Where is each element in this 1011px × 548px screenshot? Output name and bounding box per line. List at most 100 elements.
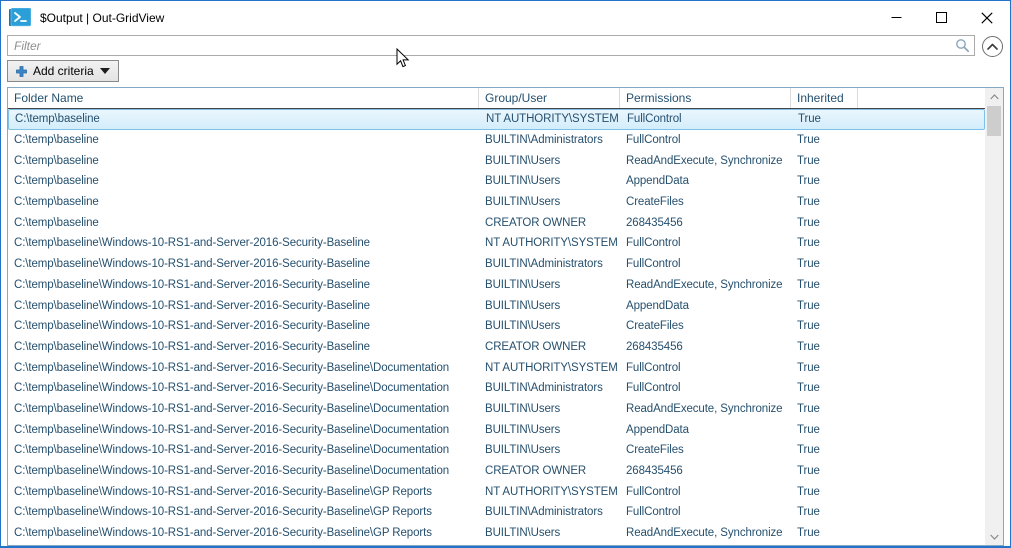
cell: BUILTIN\Administrators bbox=[485, 382, 603, 395]
table-row[interactable]: C:\temp\baseline\Windows-10-RS1-and-Serv… bbox=[8, 254, 985, 275]
title-bar: $Output | Out-GridView bbox=[2, 2, 1009, 33]
cell: C:\temp\baseline\Windows-10-RS1-and-Serv… bbox=[14, 465, 450, 478]
cell: C:\temp\baseline bbox=[14, 134, 99, 147]
column-header-1[interactable]: Group/User bbox=[479, 88, 620, 108]
minimize-icon bbox=[891, 17, 902, 18]
cell: ReadAndExecute, Synchronize bbox=[626, 154, 783, 167]
table-row[interactable]: C:\temp\baseline CREATOR OWNER 268435456 Tr… bbox=[8, 212, 985, 233]
table-row[interactable]: C:\temp\baseline NT AUTHORITY\SYSTEM FullC… bbox=[8, 109, 985, 130]
cell: C:\temp\baseline\Windows-10-RS1-and-Serv… bbox=[14, 320, 370, 333]
cell: C:\temp\baseline\Windows-10-RS1-and-Serv… bbox=[14, 299, 370, 312]
column-header-2[interactable]: Permissions bbox=[620, 88, 791, 108]
grid-content: Folder Name Group/User Permissions Inherite… bbox=[8, 88, 985, 545]
cell: C:\temp\baseline\Windows-10-RS1-and-Serv… bbox=[14, 506, 432, 519]
cell: ReadAndExecute, Synchronize bbox=[626, 402, 783, 415]
cell: NT AUTHORITY\SYSTEM bbox=[485, 361, 618, 374]
table-row[interactable]: C:\temp\baseline\Windows-10-RS1-and-Serv… bbox=[8, 295, 985, 316]
table-row[interactable]: C:\temp\baseline\Windows-10-RS1-and-Serv… bbox=[8, 378, 985, 399]
filter-input[interactable] bbox=[7, 35, 975, 56]
cell: True bbox=[797, 361, 820, 374]
table-row[interactable]: C:\temp\baseline BUILTIN\Users ReadAndExec… bbox=[8, 150, 985, 171]
cell: CREATOR OWNER bbox=[485, 216, 587, 229]
cell: 268435456 bbox=[626, 216, 683, 229]
cell: FullControl bbox=[626, 485, 681, 498]
cell: True bbox=[797, 506, 820, 519]
maximize-button[interactable] bbox=[919, 2, 964, 33]
cell: NT AUTHORITY\SYSTEM bbox=[485, 485, 618, 498]
cell: BUILTIN\Users bbox=[485, 527, 561, 540]
cell: FullControl bbox=[626, 237, 681, 250]
table-row[interactable]: C:\temp\baseline BUILTIN\Users AppendData T… bbox=[8, 171, 985, 192]
close-button[interactable] bbox=[964, 2, 1009, 33]
table-row[interactable]: C:\temp\baseline\Windows-10-RS1-and-Serv… bbox=[8, 399, 985, 420]
cell: True bbox=[797, 485, 820, 498]
cell: C:\temp\baseline bbox=[14, 154, 99, 167]
cell: True bbox=[797, 237, 820, 250]
cell: True bbox=[797, 258, 820, 271]
cell: True bbox=[797, 196, 820, 209]
cell: True bbox=[797, 402, 820, 415]
cell: True bbox=[797, 216, 820, 229]
cell: C:\temp\baseline\Windows-10-RS1-and-Serv… bbox=[14, 402, 450, 415]
window-title: $Output | Out-GridView bbox=[40, 10, 165, 25]
cell: True bbox=[797, 465, 820, 478]
table-row[interactable]: C:\temp\baseline\Windows-10-RS1-and-Serv… bbox=[8, 523, 985, 544]
cell: CREATOR OWNER bbox=[485, 465, 587, 478]
cell: C:\temp\baseline\Windows-10-RS1-and-Serv… bbox=[14, 340, 370, 353]
cell: AppendData bbox=[626, 299, 689, 312]
table-row[interactable]: C:\temp\baseline\Windows-10-RS1-and-Serv… bbox=[8, 357, 985, 378]
add-criteria-button[interactable]: Add criteria bbox=[7, 60, 119, 82]
column-header-3[interactable]: Inherited bbox=[791, 88, 858, 108]
cell: C:\temp\baseline\Windows-10-RS1-and-Serv… bbox=[14, 444, 450, 457]
chevron-up-icon bbox=[987, 43, 998, 50]
table-row[interactable]: C:\temp\baseline\Windows-10-RS1-and-Serv… bbox=[8, 461, 985, 482]
cell: BUILTIN\Users bbox=[485, 444, 561, 457]
cell: C:\temp\baseline bbox=[14, 216, 99, 229]
column-header-filler bbox=[858, 88, 985, 108]
table-body: C:\temp\baseline NT AUTHORITY\SYSTEM FullC… bbox=[8, 109, 985, 545]
filter-field-wrap bbox=[7, 35, 975, 56]
scroll-down-button[interactable] bbox=[985, 528, 1003, 545]
scrollbar-thumb[interactable] bbox=[987, 106, 1001, 136]
cell: BUILTIN\Administrators bbox=[485, 134, 603, 147]
cell: C:\temp\baseline\Windows-10-RS1-and-Serv… bbox=[14, 527, 432, 540]
scrollbar-track[interactable] bbox=[985, 105, 1003, 528]
minimize-button[interactable] bbox=[874, 2, 919, 33]
table-row[interactable]: C:\temp\baseline\Windows-10-RS1-and-Serv… bbox=[8, 440, 985, 461]
table-row[interactable]: C:\temp\baseline\Windows-10-RS1-and-Serv… bbox=[8, 502, 985, 523]
column-header-0[interactable]: Folder Name bbox=[8, 88, 479, 108]
cell: C:\temp\baseline\Windows-10-RS1-and-Serv… bbox=[14, 258, 370, 271]
table-row[interactable]: C:\temp\baseline\Windows-10-RS1-and-Serv… bbox=[8, 233, 985, 254]
table-row[interactable]: C:\temp\baseline\Windows-10-RS1-and-Serv… bbox=[8, 316, 985, 337]
cell: FullControl bbox=[626, 506, 681, 519]
vertical-scrollbar[interactable] bbox=[985, 88, 1003, 545]
cell: C:\temp\baseline bbox=[15, 113, 100, 126]
table-row[interactable]: C:\temp\baseline BUILTIN\Users CreateFiles… bbox=[8, 192, 985, 213]
cell: AppendData bbox=[626, 175, 689, 188]
cell: C:\temp\baseline bbox=[14, 196, 99, 209]
cell: C:\temp\baseline\Windows-10-RS1-and-Serv… bbox=[14, 361, 450, 374]
powershell-icon bbox=[9, 7, 32, 27]
cell: BUILTIN\Users bbox=[485, 320, 561, 333]
table-row[interactable]: C:\temp\baseline\Windows-10-RS1-and-Serv… bbox=[8, 337, 985, 358]
cell: CreateFiles bbox=[626, 444, 684, 457]
cell: BUILTIN\Users bbox=[485, 154, 561, 167]
table-row[interactable]: C:\temp\baseline BUILTIN\Administrators Fu… bbox=[8, 130, 985, 151]
caret-down-icon bbox=[99, 68, 110, 74]
cell: C:\temp\baseline\Windows-10-RS1-and-Serv… bbox=[14, 485, 432, 498]
table-row[interactable]: C:\temp\baseline\Windows-10-RS1-and-Serv… bbox=[8, 481, 985, 502]
chevron-up-icon bbox=[989, 93, 999, 99]
table-header: Folder Name Group/User Permissions Inherite… bbox=[8, 88, 985, 109]
cell: CreateFiles bbox=[626, 320, 684, 333]
cell: FullControl bbox=[626, 134, 681, 147]
table-row[interactable]: C:\temp\baseline\Windows-10-RS1-and-Serv… bbox=[8, 419, 985, 440]
scroll-up-button[interactable] bbox=[985, 88, 1003, 105]
collapse-criteria-button[interactable] bbox=[982, 36, 1003, 57]
table-row[interactable]: C:\temp\baseline\Windows-10-RS1-and-Serv… bbox=[8, 275, 985, 296]
cell: CreateFiles bbox=[626, 196, 684, 209]
cell: True bbox=[797, 527, 820, 540]
chevron-down-icon bbox=[989, 534, 999, 540]
caption-buttons bbox=[874, 2, 1009, 33]
cell: C:\temp\baseline\Windows-10-RS1-and-Serv… bbox=[14, 278, 370, 291]
cell: ReadAndExecute, Synchronize bbox=[626, 278, 783, 291]
